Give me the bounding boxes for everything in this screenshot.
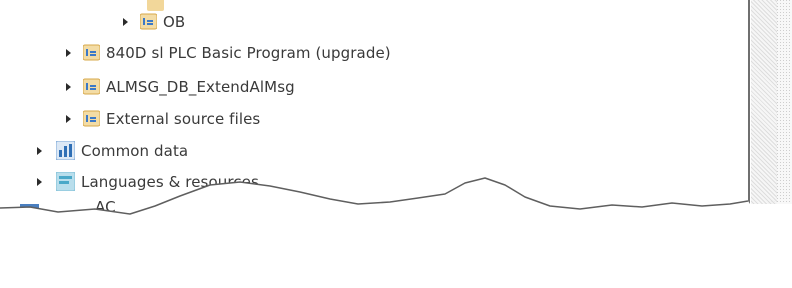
screenshot-stage: OB 840D sl PLC Basic Program (upgrade) A… bbox=[0, 0, 792, 288]
torn-paper-edge bbox=[0, 177, 792, 288]
torn-paper-mask bbox=[0, 178, 792, 288]
